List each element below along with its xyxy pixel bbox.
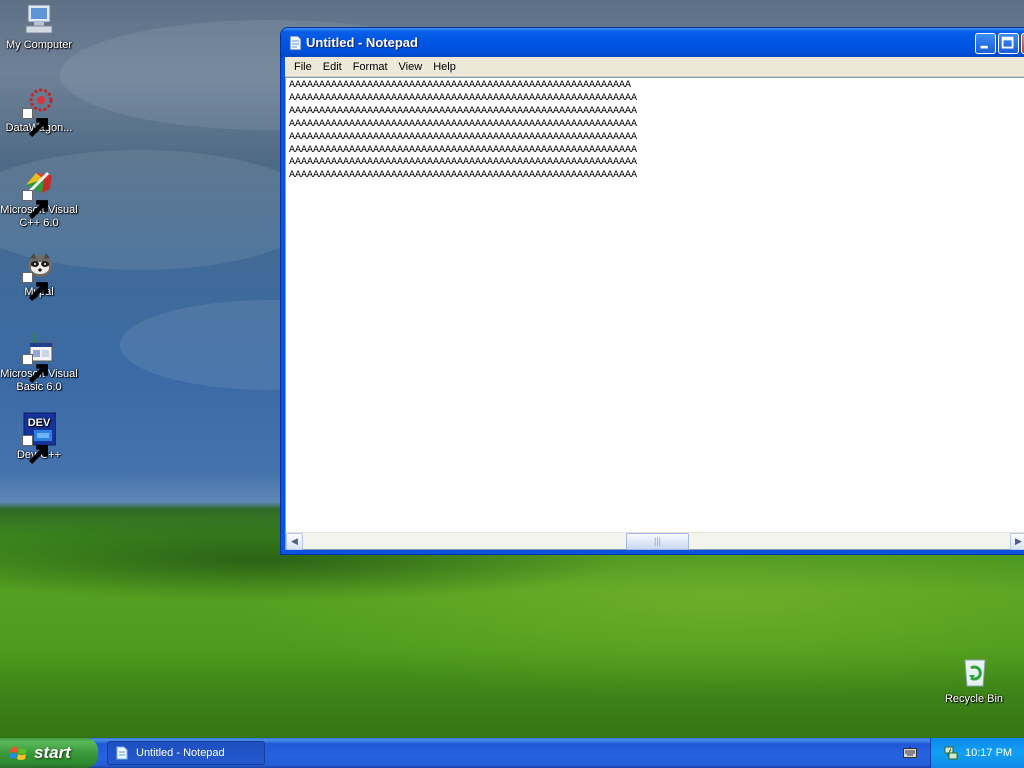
desktop-icon-recycle-bin[interactable]: Recycle Bin — [934, 656, 1014, 706]
desktop-icon-label: Recycle Bin — [944, 693, 1004, 705]
notepad-window[interactable]: Untitled - Notepad File Edit Format View… — [280, 27, 1024, 555]
network-icon[interactable] — [943, 745, 959, 761]
desktop-icon-dev-cpp[interactable]: DEV Dev-C++ — [0, 412, 79, 465]
chevron-left-icon: ◀ — [291, 536, 298, 546]
desktop-icon-datawagon[interactable]: DataWagon... — [0, 85, 79, 138]
taskbar-button-notepad[interactable]: Untitled - Notepad — [107, 741, 265, 765]
window-titlebar[interactable]: Untitled - Notepad — [281, 28, 1024, 57]
grip-icon: ||| — [653, 536, 661, 546]
shortcut-arrow-icon — [22, 435, 48, 465]
notepad-icon — [116, 746, 128, 760]
keyboard-icon[interactable] — [903, 746, 917, 758]
visual-basic-icon — [22, 331, 56, 384]
desktop-icon-mypal[interactable]: Mypal — [0, 249, 79, 302]
shortcut-arrow-icon — [22, 190, 48, 220]
menu-edit[interactable]: Edit — [318, 59, 347, 75]
text-content[interactable]: AAAAAAAAAAAAAAAAAAAAAAAAAAAAAAAAAAAAAAAA… — [286, 78, 1024, 532]
computer-icon — [22, 2, 56, 36]
datawagon-icon — [22, 85, 56, 138]
maximize-icon — [1001, 36, 1014, 49]
scroll-right-button[interactable]: ▶ — [1010, 533, 1024, 550]
editor-area[interactable]: AAAAAAAAAAAAAAAAAAAAAAAAAAAAAAAAAAAAAAAA… — [285, 77, 1024, 550]
recycle-bin-icon — [957, 656, 991, 690]
system-tray: 10:17 PM — [930, 738, 1024, 768]
minimize-icon — [980, 45, 988, 49]
start-button[interactable]: start — [0, 738, 98, 768]
minimize-button[interactable] — [975, 33, 996, 54]
mypal-raccoon-icon — [22, 249, 56, 302]
desktop-icon-my-computer[interactable]: My Computer — [0, 2, 79, 52]
visual-cpp-icon — [22, 167, 56, 220]
windows-logo-icon — [10, 747, 27, 760]
window-title: Untitled - Notepad — [306, 35, 418, 50]
menu-help[interactable]: Help — [428, 59, 461, 75]
dev-cpp-icon: DEV — [22, 412, 57, 465]
desktop-icon-label: My Computer — [5, 39, 73, 51]
menu-bar: File Edit Format View Help — [285, 57, 1024, 77]
maximize-button[interactable] — [998, 33, 1019, 54]
scroll-left-button[interactable]: ◀ — [286, 533, 303, 550]
desktop-icon-visual-basic[interactable]: Microsoft Visual Basic 6.0 — [0, 331, 79, 394]
horizontal-scrollbar[interactable]: ◀ ||| ▶ — [286, 532, 1024, 550]
start-label: start — [34, 743, 71, 762]
chevron-right-icon: ▶ — [1015, 536, 1022, 546]
clock[interactable]: 10:17 PM — [965, 747, 1012, 759]
shortcut-arrow-icon — [22, 272, 48, 302]
dev-cpp-glyph: DEV — [28, 417, 51, 429]
menu-file[interactable]: File — [289, 59, 317, 75]
desktop-icon-visual-cpp[interactable]: Microsoft Visual C++ 6.0 — [0, 167, 79, 230]
notepad-icon — [289, 35, 302, 51]
taskbar-button-label: Untitled - Notepad — [136, 747, 225, 759]
shortcut-arrow-icon — [22, 108, 48, 138]
menu-format[interactable]: Format — [348, 59, 393, 75]
taskbar: start Untitled - Notepad 10:17 PM — [0, 738, 1024, 768]
menu-view[interactable]: View — [394, 59, 428, 75]
shortcut-arrow-icon — [22, 354, 48, 384]
scrollbar-thumb[interactable]: ||| — [626, 533, 689, 550]
